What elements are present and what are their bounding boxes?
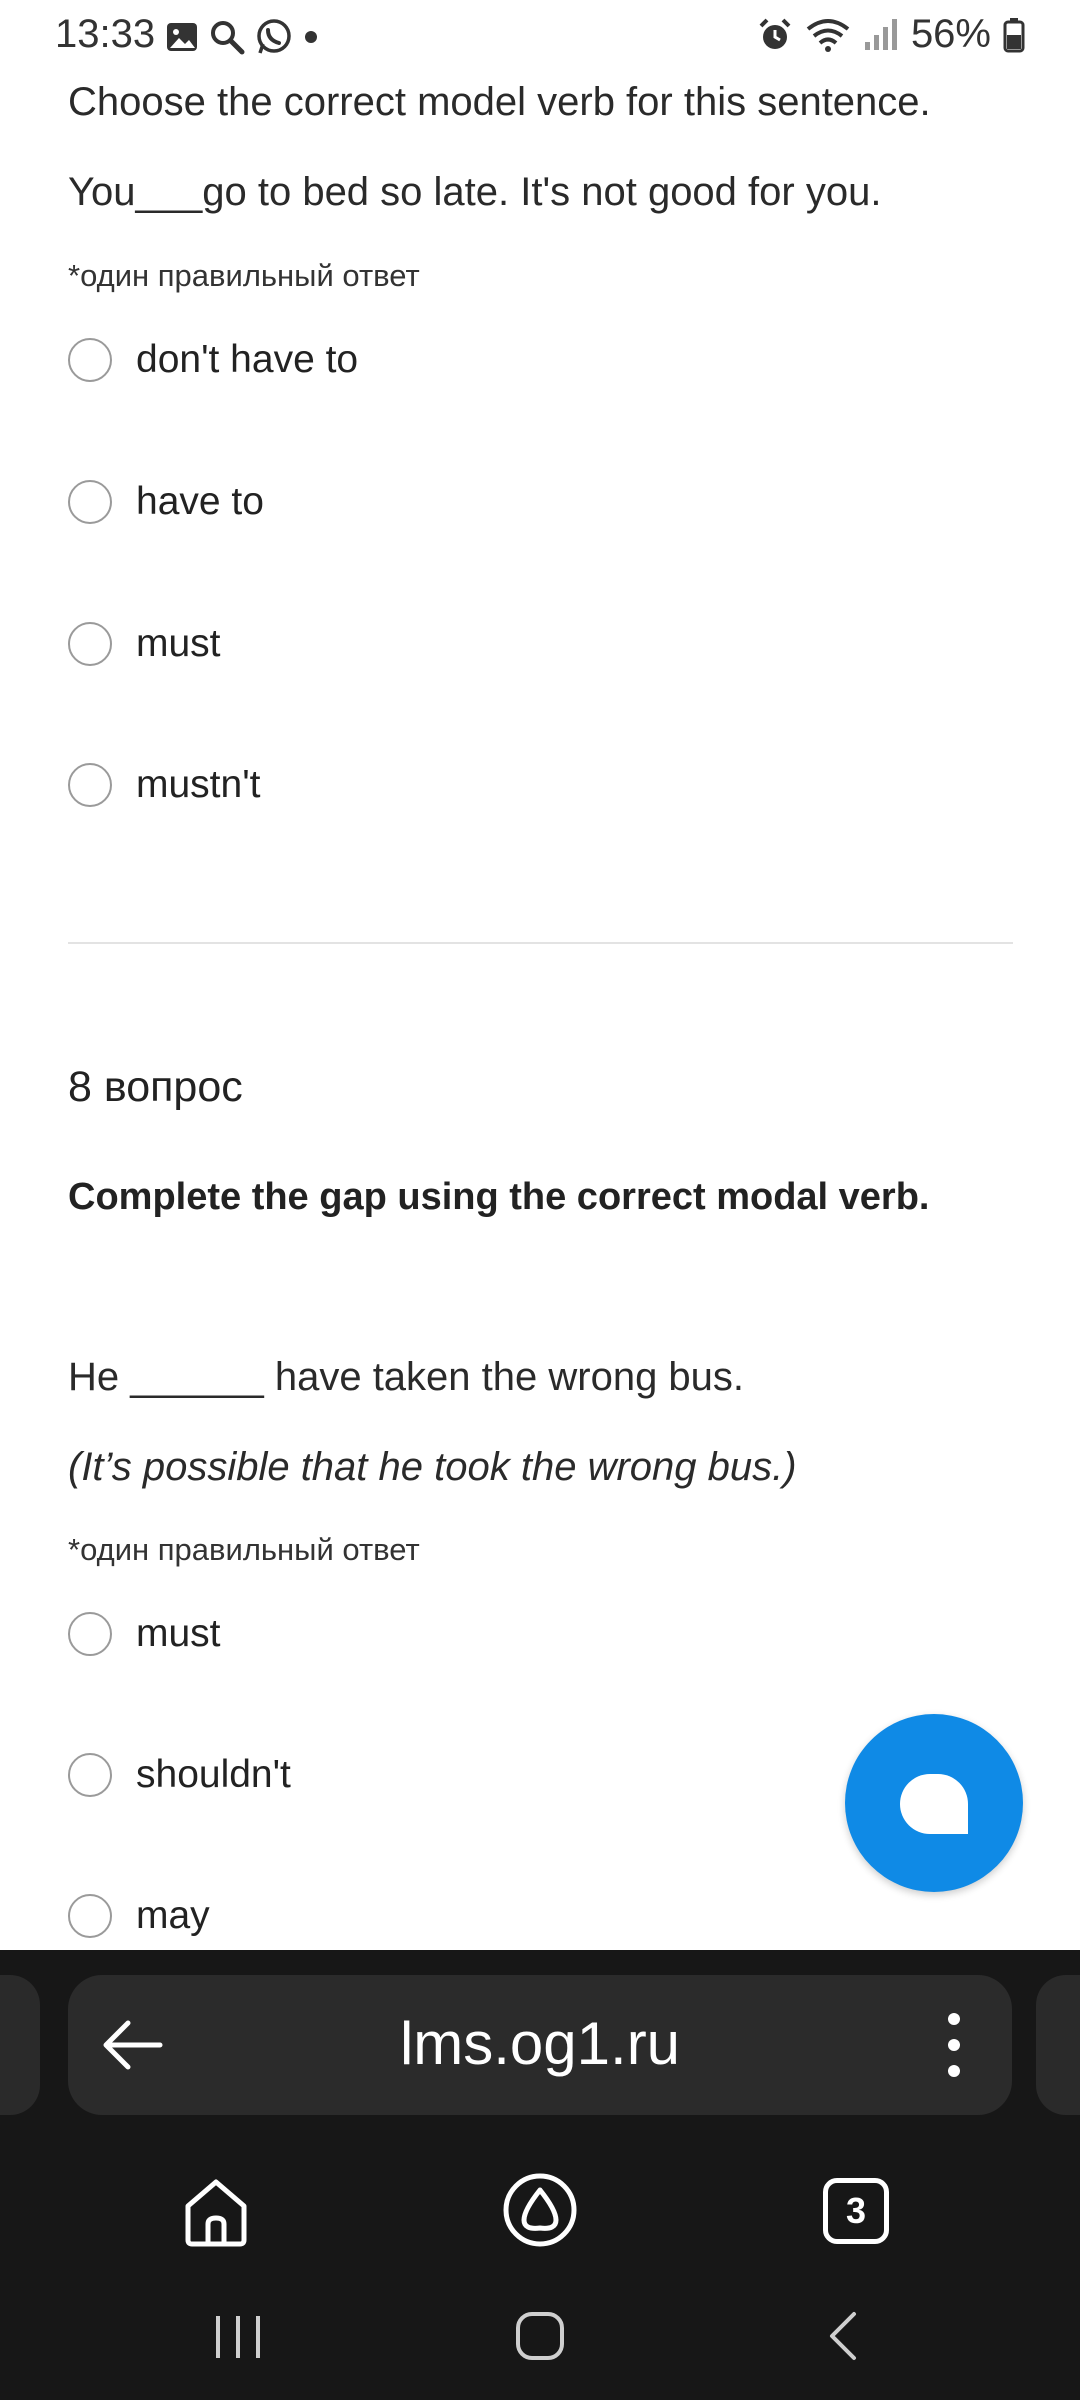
url-text[interactable]: lms.og1.ru [68, 2009, 1012, 2078]
signal-icon [864, 18, 897, 50]
question8-number: 8 вопрос [68, 1063, 243, 1111]
option-label: have to [136, 480, 264, 523]
assistant-icon[interactable] [500, 2170, 580, 2250]
option-dont-have-to[interactable]: don't have to [68, 330, 358, 390]
radio-button[interactable] [68, 763, 112, 807]
option-label: must [136, 622, 221, 665]
option-must[interactable]: must [68, 1604, 221, 1664]
question8-sentence: He ______ have taken the wrong bus. [68, 1355, 745, 1399]
option-mustnt[interactable]: mustn't [68, 755, 260, 815]
previous-tab-preview[interactable] [0, 1975, 40, 2115]
chat-button[interactable] [845, 1714, 1023, 1892]
option-must[interactable]: must [68, 614, 221, 674]
option-may[interactable]: may [68, 1886, 210, 1946]
tabs-button[interactable]: 3 [823, 2178, 889, 2244]
status-time: 13:33 [55, 12, 156, 56]
next-tab-preview[interactable] [1036, 1975, 1080, 2115]
question-divider [68, 942, 1013, 944]
question7-sentence: You___go to bed so late. It's not good f… [68, 170, 882, 214]
question7-hint: *один правильный ответ [68, 258, 420, 293]
radio-button[interactable] [68, 1753, 112, 1797]
alarm-icon [759, 18, 791, 49]
battery-icon [1003, 17, 1025, 52]
option-have-to[interactable]: have to [68, 472, 264, 532]
radio-button[interactable] [68, 1894, 112, 1938]
dot-icon [305, 31, 317, 43]
question8-note: (It’s possible that he took the wrong bu… [68, 1445, 797, 1489]
recent-apps-icon[interactable] [210, 2310, 266, 2364]
chat-bubble-icon [900, 1774, 968, 1834]
option-label: shouldn't [136, 1753, 291, 1796]
browser-nav: 3 [0, 2160, 1080, 2260]
option-label: mustn't [136, 763, 261, 806]
status-bar: 13:33 56% [0, 0, 1080, 78]
battery-percent: 56% [910, 12, 991, 56]
option-label: must [136, 1612, 221, 1655]
option-shouldnt[interactable]: shouldn't [68, 1745, 291, 1805]
gallery-icon [167, 23, 197, 51]
system-nav-bar [0, 2280, 1080, 2390]
question7-prompt: Choose the correct model verb for this s… [68, 80, 931, 124]
wifi-icon [806, 18, 850, 52]
home-icon[interactable] [176, 2170, 256, 2250]
browser-bottom-bar: lms.og1.ru 3 [0, 1950, 1080, 2400]
question8-hint: *один правильный ответ [68, 1532, 420, 1567]
whatsapp-icon [257, 19, 291, 54]
option-label: may [136, 1894, 210, 1937]
back-system-icon[interactable] [820, 2308, 864, 2364]
radio-button[interactable] [68, 338, 112, 382]
more-menu-icon[interactable] [948, 2013, 962, 2077]
search-notification-icon [211, 21, 245, 55]
radio-button[interactable] [68, 480, 112, 524]
tab-count: 3 [845, 2190, 867, 2231]
home-system-icon[interactable] [514, 2310, 566, 2362]
option-label: don't have to [136, 338, 359, 381]
radio-button[interactable] [68, 622, 112, 666]
address-bar[interactable]: lms.og1.ru [68, 1975, 1012, 2115]
radio-button[interactable] [68, 1612, 112, 1656]
question8-title: Complete the gap using the correct modal… [68, 1176, 930, 1218]
